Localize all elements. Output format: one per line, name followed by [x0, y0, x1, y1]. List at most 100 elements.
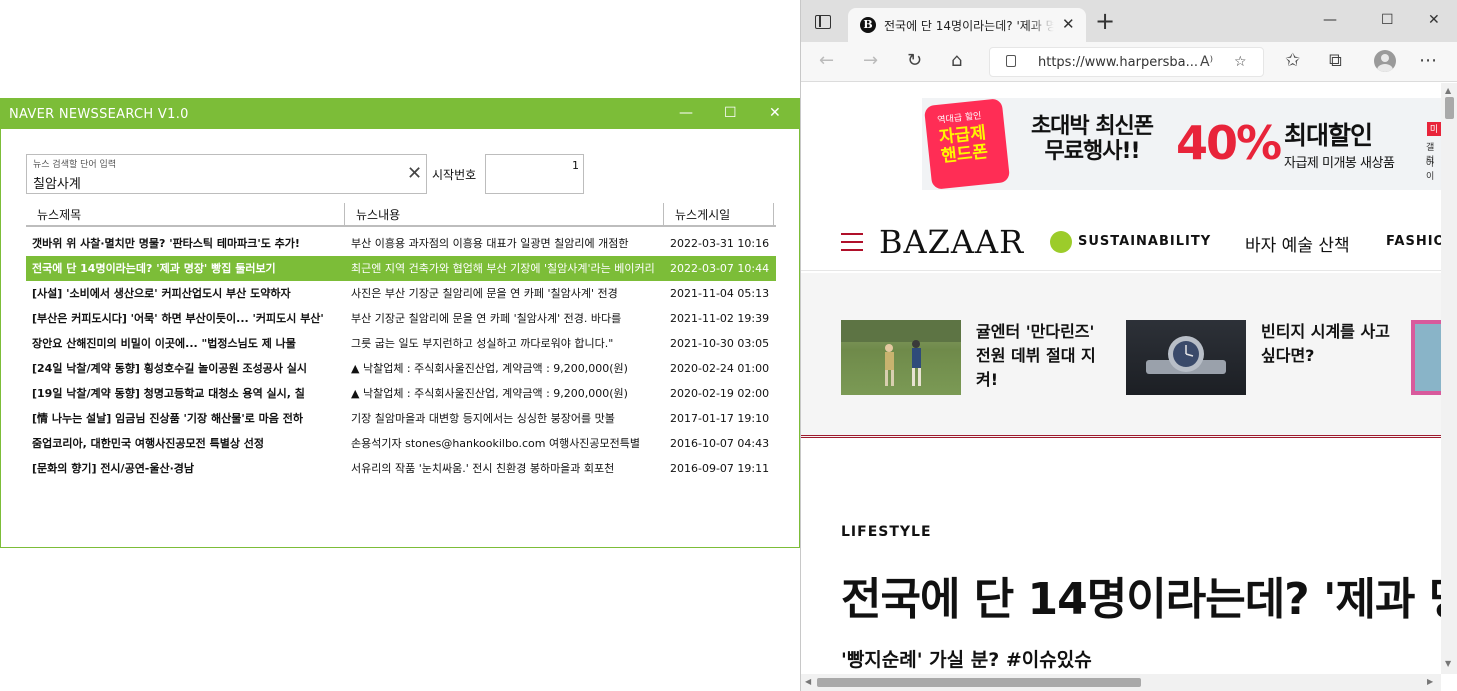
- cell-content: 최근엔 지역 건축가와 협업해 부산 기장에 '칠암사계'라는 베이커리: [351, 262, 655, 275]
- column-header-title[interactable]: 뉴스제목: [26, 203, 345, 227]
- ad-sale-label: 최대할인: [1284, 121, 1373, 150]
- search-input[interactable]: [33, 173, 403, 191]
- vertical-scrollbar[interactable]: ▲ ▼: [1441, 83, 1457, 674]
- back-icon[interactable]: ←: [819, 51, 834, 71]
- cell-title: 갯바위 위 사찰·멸치만 명물? '판타스틱 테마파크'도 추가!: [32, 237, 300, 250]
- table-row[interactable]: 장안요 산해진미의 비밀이 이곳에... "법정스님도 제 나물 그릇 굽는 일도…: [26, 331, 776, 356]
- start-number-label: 시작번호: [432, 168, 477, 182]
- cell-date: 2022-03-07 10:44: [670, 262, 770, 275]
- cell-title: [문화의 향기] 전시/공연-울산·경남: [32, 462, 195, 475]
- refresh-icon[interactable]: ↻: [907, 51, 922, 71]
- related-story-image[interactable]: [1126, 320, 1246, 395]
- cell-content: 그릇 굽는 일도 부지런하고 성실하고 까다로워야 합니다.": [351, 337, 614, 350]
- lock-icon[interactable]: [1006, 55, 1016, 67]
- add-favorite-icon[interactable]: ☆: [1234, 54, 1247, 70]
- scroll-up-icon[interactable]: ▲: [1445, 86, 1451, 95]
- cell-title: [사설] '소비에서 생산으로' 커피산업도시 부산 도약하자: [32, 287, 291, 300]
- tab-actions-icon[interactable]: [815, 15, 831, 29]
- home-icon[interactable]: ⌂: [951, 51, 962, 71]
- cell-date: 2021-11-04 05:13: [670, 287, 770, 300]
- address-bar[interactable]: https://www.harpersba... A⁾ ☆: [989, 47, 1264, 77]
- cell-date: 2021-11-02 19:39: [670, 312, 770, 325]
- close-icon[interactable]: ✕: [1062, 15, 1075, 33]
- table-row[interactable]: [情 나누는 설날] 임금님 진상품 '기장 해산물'로 마음 전하 기장 칠암마…: [26, 406, 776, 431]
- related-story-image[interactable]: [1411, 320, 1441, 395]
- app-maximize-button[interactable]: ☐: [724, 105, 737, 121]
- scroll-left-icon[interactable]: ◀: [805, 677, 811, 686]
- cell-title: 줌업코리아, 대한민국 여행사진공모전 특별상 선정: [32, 437, 265, 450]
- collections-icon[interactable]: ⧉: [1329, 51, 1342, 71]
- table-row[interactable]: 줌업코리아, 대한민국 여행사진공모전 특별상 선정 손용석기자 stones@h…: [26, 431, 776, 456]
- cell-content: 기장 칠암마을과 대변항 등지에서는 싱싱한 붕장어를 맛볼: [351, 412, 615, 425]
- bazaar-logo[interactable]: BAZAAR: [879, 223, 1024, 261]
- ad-phone-text: 자급제 핸드폰: [938, 123, 989, 167]
- close-window-button[interactable]: ✕: [1428, 12, 1440, 28]
- new-tab-button[interactable]: +: [1095, 8, 1115, 34]
- app-minimize-button[interactable]: —: [679, 105, 693, 121]
- cell-title: 전국에 단 14명이라는데? '제과 명장' 빵집 둘러보기: [32, 262, 276, 275]
- cell-content: 부산 이흥용 과자점의 이흥용 대표가 일광면 칠암리에 개점한: [351, 237, 629, 250]
- table-row[interactable]: [문화의 향기] 전시/공연-울산·경남 서유리의 작품 '눈치싸움.' 전시 친…: [26, 456, 776, 481]
- clear-icon[interactable]: ✕: [407, 163, 422, 184]
- more-menu-icon[interactable]: ⋯: [1419, 51, 1437, 71]
- hamburger-menu-icon[interactable]: [841, 233, 863, 251]
- cell-content: 사진은 부산 기장군 칠암리에 문을 연 카페 '칠암사계' 전경: [351, 287, 618, 300]
- app-close-button[interactable]: ✕: [769, 105, 781, 121]
- favorites-icon[interactable]: ✩: [1285, 51, 1300, 71]
- table-row[interactable]: 전국에 단 14명이라는데? '제과 명장' 빵집 둘러보기 최근엔 지역 건축가…: [26, 256, 776, 281]
- nav-art-walk[interactable]: 바자 예술 산책: [1245, 231, 1350, 256]
- search-label: 뉴스 검색할 단어 입력: [33, 160, 117, 170]
- column-header-content[interactable]: 뉴스내용: [345, 203, 664, 227]
- table-row[interactable]: 갯바위 위 사찰·멸치만 명물? '판타스틱 테마파크'도 추가! 부산 이흥용 …: [26, 231, 776, 256]
- ad-headline: 초대박 최신폰 무료행사!!: [1030, 114, 1154, 164]
- ad-banner[interactable]: 역대급 할인 자급제 핸드폰 초대박 최신폰 무료행사!! 40% 최대할인 자…: [922, 98, 1441, 190]
- forward-icon[interactable]: →: [863, 51, 878, 71]
- tab-bar: B 전국에 단 14명이라는데? '제과 명장' 빵집 둘러보기 ✕ + — ☐…: [801, 0, 1457, 42]
- related-stories: 귤엔터 '만다린즈' 전원 데뷔 절대 지켜! 빈티지 시계를 사고 싶다면?: [801, 273, 1441, 438]
- related-story-image[interactable]: [841, 320, 961, 395]
- related-story-title[interactable]: 빈티지 시계를 사고 싶다면?: [1261, 320, 1393, 368]
- site-header: BAZAAR SUSTAINABILITY 바자 예술 산책 FASHION: [801, 209, 1441, 271]
- related-story-title[interactable]: 귤엔터 '만다린즈' 전원 데뷔 절대 지켜!: [976, 320, 1108, 392]
- nav-sustainability[interactable]: SUSTAINABILITY: [1078, 234, 1211, 249]
- navigation-bar: ← → ↻ ⌂ https://www.harpersba... A⁾ ☆ ✩ …: [801, 42, 1457, 82]
- maximize-button[interactable]: ☐: [1381, 12, 1394, 28]
- horizontal-scroll-thumb[interactable]: [817, 678, 1141, 687]
- cell-date: 2020-02-19 02:00: [670, 387, 770, 400]
- ad-edge-text: 아이: [1426, 159, 1435, 182]
- nav-fashion[interactable]: FASHION: [1386, 234, 1441, 249]
- grid-header: 뉴스제목 뉴스내용 뉴스게시일: [26, 203, 776, 227]
- minimize-button[interactable]: —: [1323, 12, 1337, 28]
- scroll-down-icon[interactable]: ▼: [1445, 659, 1451, 668]
- profile-avatar[interactable]: [1374, 50, 1396, 72]
- vertical-scroll-thumb[interactable]: [1445, 97, 1454, 119]
- search-field[interactable]: 뉴스 검색할 단어 입력 ✕: [26, 154, 427, 194]
- horizontal-scrollbar[interactable]: ◀ ▶: [801, 674, 1441, 691]
- table-row[interactable]: [부산은 커피도시다] '어묵' 하면 부산이듯이... '커피도시 부산' 부산…: [26, 306, 776, 331]
- people-walking-image: [841, 320, 961, 386]
- start-number-field[interactable]: [485, 154, 584, 194]
- browser-window: B 전국에 단 14명이라는데? '제과 명장' 빵집 둘러보기 ✕ + — ☐…: [800, 0, 1457, 691]
- ad-phone-image: 역대급 할인 자급제 핸드폰: [923, 98, 1011, 190]
- cell-content: 부산 기장군 칠암리에 문을 연 카페 '칠암사계' 전경. 바다를: [351, 312, 622, 325]
- scroll-right-icon[interactable]: ▶: [1427, 677, 1433, 686]
- cell-content: 서유리의 작품 '눈치싸움.' 전시 친환경 봉하마을과 회포천: [351, 462, 615, 475]
- app-titlebar[interactable]: NAVER NEWSSEARCH V1.0 — ☐ ✕: [1, 99, 799, 129]
- cell-content: ▲ 낙찰업체 : 주식회사울진산업, 계약금액 : 9,200,000(원): [351, 387, 628, 400]
- table-row[interactable]: [사설] '소비에서 생산으로' 커피산업도시 부산 도약하자 사진은 부산 기장…: [26, 281, 776, 306]
- cell-title: 장안요 산해진미의 비밀이 이곳에... "법정스님도 제 나물: [32, 337, 296, 350]
- read-aloud-icon[interactable]: A⁾: [1200, 54, 1213, 70]
- table-row[interactable]: [19일 낙찰/계약 동향] 청명고등학교 대청소 용역 실시, 칠 ▲ 낙찰업체…: [26, 381, 776, 406]
- start-number-input[interactable]: [490, 159, 579, 172]
- browser-tab[interactable]: B 전국에 단 14명이라는데? '제과 명장' 빵집 둘러보기 ✕: [848, 8, 1086, 42]
- table-row[interactable]: [24일 낙찰/계약 동향] 횡성호수길 놀이공원 조성공사 실시 ▲ 낙찰업체 …: [26, 356, 776, 381]
- page-viewport: 역대급 할인 자급제 핸드폰 초대박 최신폰 무료행사!! 40% 최대할인 자…: [801, 83, 1441, 674]
- tab-title: 전국에 단 14명이라는데? '제과 명장' 빵집 둘러보기: [884, 19, 1054, 33]
- cell-date: 2020-02-24 01:00: [670, 362, 770, 375]
- column-header-date[interactable]: 뉴스게시일: [664, 203, 774, 227]
- section-label[interactable]: LIFESTYLE: [841, 524, 932, 540]
- url-text[interactable]: https://www.harpersba...: [1038, 55, 1198, 70]
- app-title: NAVER NEWSSEARCH V1.0: [9, 107, 189, 122]
- cell-content: ▲ 낙찰업체 : 주식회사울진산업, 계약금액 : 9,200,000(원): [351, 362, 628, 375]
- news-grid: 뉴스제목 뉴스내용 뉴스게시일 갯바위 위 사찰·멸치만 명물? '판타스틱 테…: [26, 203, 776, 493]
